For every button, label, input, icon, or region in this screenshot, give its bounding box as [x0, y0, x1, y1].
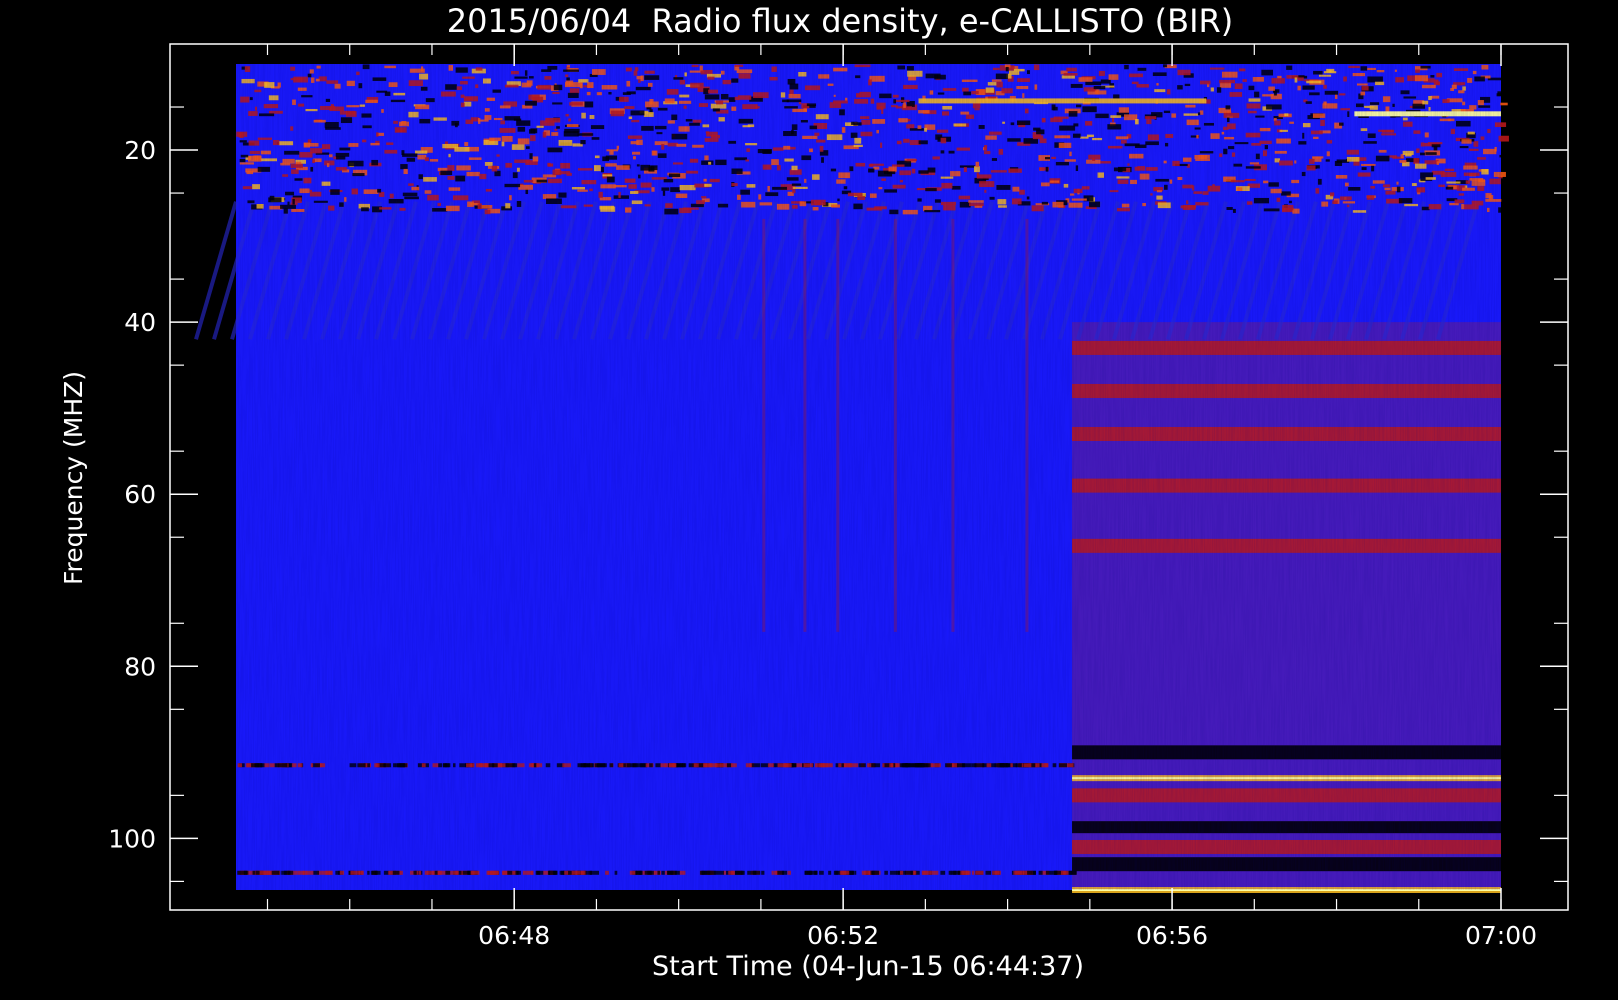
chart-title: 2015/06/04 Radio flux density, e-CALLIST… [447, 2, 1233, 40]
y-tick-label: 100 [108, 824, 156, 853]
y-tick-label: 20 [124, 136, 156, 165]
spectrogram-chart: 2015/06/04 Radio flux density, e-CALLIST… [59, 2, 1569, 982]
noise-speckle [1500, 102, 1508, 106]
x-tick-label: 06:52 [807, 921, 879, 950]
x-tick-label: 06:56 [1136, 921, 1208, 950]
y-axis-label: Frequency (MHZ) [59, 371, 88, 585]
x-tick-label: 07:00 [1465, 921, 1537, 950]
noise-overlay [236, 64, 1501, 890]
y-tick-label: 40 [124, 308, 156, 337]
y-tick-label: 60 [124, 480, 156, 509]
x-tick-label: 06:48 [478, 921, 550, 950]
x-axis-label: Start Time (04-Jun-15 06:44:37) [652, 951, 1084, 982]
ripple [194, 201, 238, 340]
y-tick-label: 80 [124, 652, 156, 681]
